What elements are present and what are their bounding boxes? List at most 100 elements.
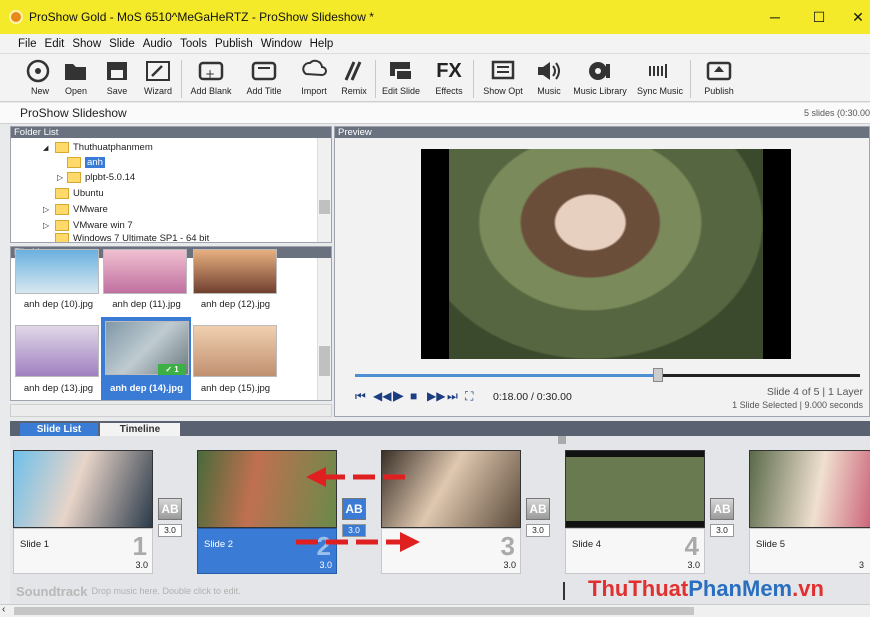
file-name[interactable]: anh dep (15).jpg	[188, 383, 283, 394]
file-thumbnail[interactable]	[103, 249, 187, 294]
edit-slide-button[interactable]: Edit Slide	[380, 58, 422, 96]
new-button[interactable]: New	[22, 58, 58, 96]
edit-slide-icon	[390, 62, 413, 81]
rewind-icon[interactable]: ◀◀	[373, 389, 391, 403]
folder-list-header: Folder List	[11, 127, 331, 138]
slide-tabs: Slide List Timeline	[10, 421, 870, 436]
show-bar: ProShow Slideshow 5 slides (0:30.00	[0, 103, 870, 124]
play-icon[interactable]: ▶	[393, 387, 404, 404]
show-title: ProShow Slideshow	[20, 106, 127, 120]
file-list-panel: File List anh dep (10).jpg anh dep (11).…	[10, 246, 332, 401]
toolbar: New Open Save Wizard + Add Blank Add Tit…	[0, 54, 870, 102]
scrollbar-thumb[interactable]	[319, 346, 330, 376]
scrollbar-thumb[interactable]	[14, 607, 694, 615]
close-button[interactable]: ✕	[838, 0, 870, 34]
folder-item[interactable]: ▷ VMware win 7	[43, 218, 133, 233]
playback-progress-bar[interactable]	[355, 374, 860, 377]
remix-button[interactable]: Remix	[336, 58, 372, 96]
file-thumbnail[interactable]	[15, 325, 99, 377]
file-name-selected[interactable]: anh dep (14).jpg	[99, 383, 194, 394]
selection-info: 1 Slide Selected | 9.000 seconds	[732, 400, 863, 410]
folder-item[interactable]: ▷ VMware	[43, 202, 108, 217]
expander-icon[interactable]: ▷	[43, 205, 55, 214]
folder-item[interactable]: Ubuntu	[55, 186, 104, 201]
maximize-button[interactable]: ☐	[799, 0, 839, 34]
menu-slide[interactable]: Slide	[109, 38, 135, 50]
file-thumbnail[interactable]	[193, 325, 277, 377]
effects-button[interactable]: FX Effects	[431, 58, 467, 96]
soundtrack-title: Soundtrack	[16, 583, 88, 599]
add-blank-button[interactable]: + Add Blank	[186, 58, 236, 96]
file-name[interactable]: anh dep (11).jpg	[99, 299, 194, 310]
file-thumbnail[interactable]	[193, 249, 277, 294]
folder-icon	[55, 204, 69, 215]
title-bar: ProShow Gold - MoS 6510^MeGaHeRTZ - ProS…	[0, 0, 870, 34]
file-name[interactable]: anh dep (13).jpg	[11, 383, 106, 394]
menu-tools[interactable]: Tools	[180, 38, 207, 50]
expander-icon[interactable]: ◢	[43, 144, 55, 152]
remix-icon	[344, 61, 362, 81]
fullscreen-icon[interactable]: ⛶	[465, 389, 473, 404]
progress-fill	[355, 374, 658, 377]
toolbar-separator	[375, 60, 376, 98]
publish-button[interactable]: Publish	[699, 58, 739, 96]
tab-slide-list[interactable]: Slide List	[20, 423, 98, 436]
folder-item[interactable]: Windows 7 Ultimate SP1 - 64 bit	[55, 233, 209, 242]
scroll-left-icon[interactable]: ‹	[2, 604, 5, 615]
minimize-button[interactable]: ─	[755, 0, 795, 34]
preview-image	[421, 149, 791, 359]
scrollbar-thumb[interactable]	[319, 200, 330, 214]
stop-icon[interactable]: ■	[410, 389, 417, 403]
skip-start-icon[interactable]: ⏮	[355, 389, 366, 404]
folder-item[interactable]: ◢ Thuthuatphanmem	[43, 140, 153, 155]
preview-photo	[449, 149, 763, 359]
file-name[interactable]: anh dep (10).jpg	[11, 299, 106, 310]
new-icon	[26, 59, 50, 83]
folder-list-panel: Folder List ◢ Thuthuatphanmem anh ▷ plpbt-…	[10, 126, 332, 243]
menu-publish[interactable]: Publish	[215, 38, 253, 50]
arrow-right-head	[400, 532, 420, 552]
menu-show[interactable]: Show	[72, 38, 101, 50]
show-options-button[interactable]: Show Opt	[481, 58, 525, 96]
folder-list-scrollbar[interactable]	[317, 138, 331, 242]
move-arrows	[296, 467, 420, 552]
wizard-icon	[146, 61, 170, 81]
file-list-scrollbar[interactable]	[317, 258, 331, 400]
wizard-button[interactable]: Wizard	[138, 58, 178, 96]
folder-item-selected[interactable]: anh	[67, 155, 105, 170]
window-title: ProShow Gold - MoS 6510^MeGaHeRTZ - ProS…	[29, 10, 374, 24]
save-button[interactable]: Save	[99, 58, 135, 96]
slide-info: Slide 4 of 5 | 1 Layer	[766, 386, 863, 398]
add-title-button[interactable]: Add Title	[240, 58, 288, 96]
file-thumbnail[interactable]	[15, 249, 99, 294]
soundtrack-hint: Drop music here. Double click to edit.	[91, 586, 241, 596]
menu-help[interactable]: Help	[310, 38, 334, 50]
sync-music-button[interactable]: Sync Music	[634, 58, 686, 96]
folder-icon	[55, 233, 69, 242]
skip-end-icon[interactable]: ⏭	[447, 389, 458, 404]
panel-splitter[interactable]	[10, 404, 332, 417]
import-button[interactable]: Import	[295, 58, 333, 96]
open-folder-icon	[65, 64, 86, 80]
music-button[interactable]: Music	[533, 58, 565, 96]
menu-file[interactable]: File	[18, 38, 37, 50]
playback-time: 0:18.00 / 0:30.00	[493, 391, 572, 403]
music-library-button[interactable]: Music Library	[571, 58, 629, 96]
file-name[interactable]: anh dep (12).jpg	[188, 299, 283, 310]
horizontal-scrollbar[interactable]: ‹	[0, 604, 870, 617]
folder-icon	[55, 142, 69, 153]
open-button[interactable]: Open	[58, 58, 94, 96]
expander-icon[interactable]: ▷	[43, 221, 55, 230]
app-logo-icon	[9, 10, 23, 24]
effects-icon: FX	[436, 60, 462, 82]
menu-audio[interactable]: Audio	[143, 38, 172, 50]
tab-timeline[interactable]: Timeline	[100, 423, 180, 436]
folder-item[interactable]: ▷ plpbt-5.0.14	[57, 170, 135, 185]
playback-scrubber[interactable]	[653, 368, 663, 382]
menu-window[interactable]: Window	[261, 38, 302, 50]
preview-panel: Preview ⏮ ◀◀ ▶ ■ ▶▶ ⏭ ⛶ 0:18.00 / 0:30.0…	[334, 126, 870, 417]
expander-icon[interactable]: ▷	[57, 173, 67, 182]
fast-forward-icon[interactable]: ▶▶	[427, 389, 445, 403]
menu-edit[interactable]: Edit	[45, 38, 65, 50]
music-library-icon	[589, 62, 610, 80]
